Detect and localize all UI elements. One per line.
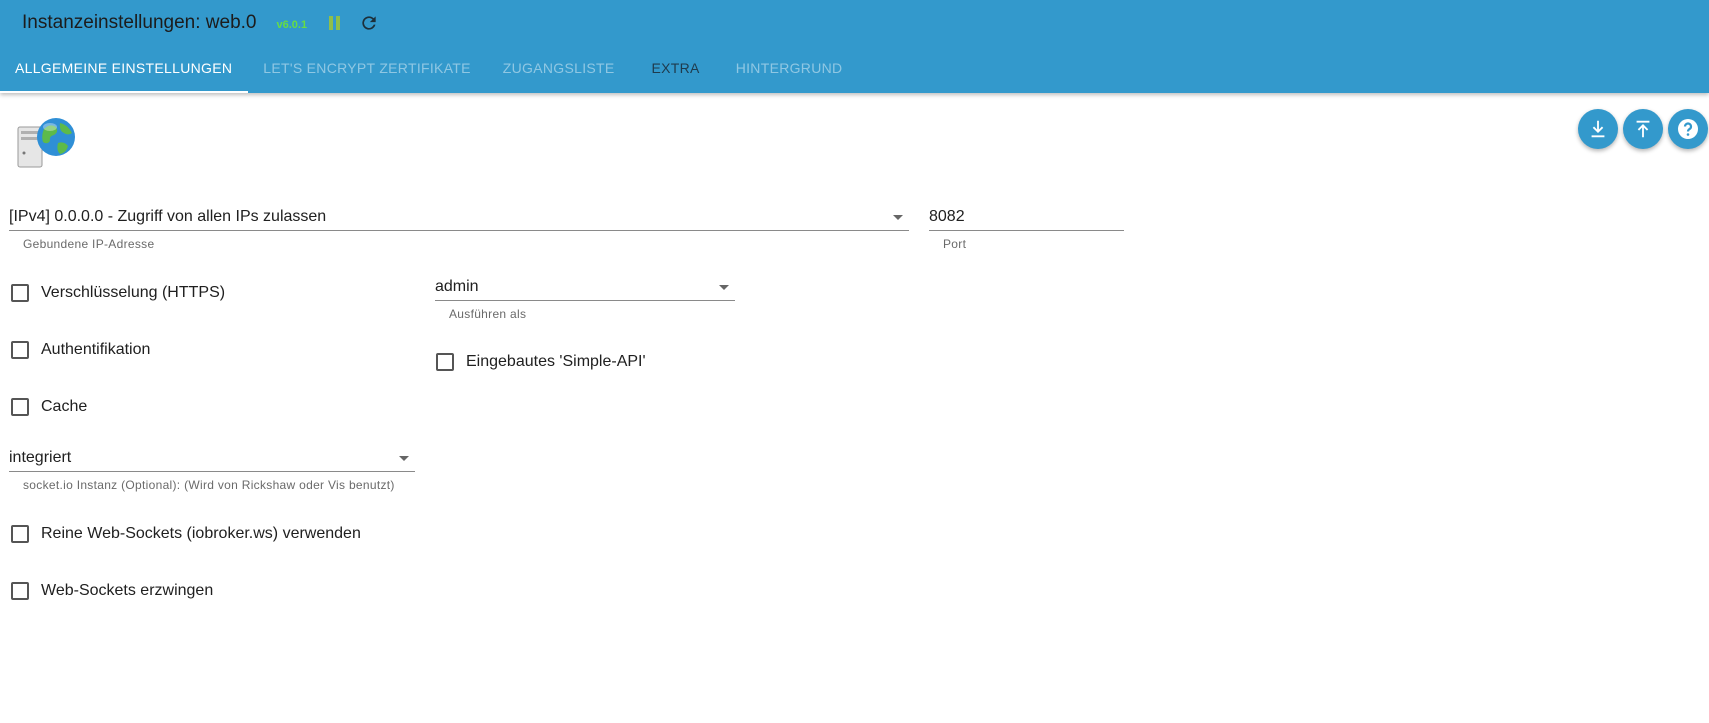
- port-input[interactable]: 8082 Port: [929, 203, 1124, 251]
- help-button[interactable]: [1668, 109, 1708, 149]
- chevron-down-icon: [399, 456, 409, 461]
- force-websockets-label: Web-Sockets erzwingen: [41, 582, 214, 599]
- run-as-select[interactable]: admin Ausführen als: [435, 273, 735, 321]
- run-as-value: admin: [435, 278, 479, 295]
- socket-io-helper: socket.io Instanz (Optional): (Wird von …: [23, 478, 395, 492]
- cache-label: Cache: [41, 398, 88, 415]
- app-header: Instanzeinstellungen: web.0 v6.0.1 ALLGE…: [0, 0, 1709, 93]
- pure-websockets-checkbox[interactable]: Reine Web-Sockets (iobroker.ws) verwende…: [0, 522, 361, 546]
- tab-bar: ALLGEMEINE EINSTELLUNGEN LET'S ENCRYPT Z…: [0, 48, 857, 93]
- chevron-down-icon: [893, 215, 903, 220]
- auth-checkbox[interactable]: Authentifikation: [0, 338, 150, 362]
- download-icon: [1591, 120, 1605, 138]
- force-websockets-checkbox[interactable]: Web-Sockets erzwingen: [0, 579, 213, 603]
- upload-config-button[interactable]: [1623, 109, 1663, 149]
- socket-io-value: integriert: [9, 449, 72, 466]
- title-row: Instanzeinstellungen: web.0 v6.0.1: [22, 8, 380, 38]
- checkbox-box[interactable]: [11, 284, 29, 302]
- checkbox-box[interactable]: [436, 353, 454, 371]
- cache-checkbox[interactable]: Cache: [0, 395, 87, 419]
- version-badge: v6.0.1: [276, 19, 308, 31]
- https-label: Verschlüsselung (HTTPS): [41, 284, 226, 301]
- run-as-helper: Ausführen als: [449, 307, 527, 321]
- adapter-logo: [16, 115, 78, 171]
- checkbox-box[interactable]: [11, 398, 29, 416]
- simple-api-label: Eingebautes 'Simple-API': [466, 353, 646, 370]
- bind-ip-select[interactable]: [IPv4] 0.0.0.0 - Zugriff von allen IPs z…: [9, 203, 909, 251]
- download-config-button[interactable]: [1578, 109, 1618, 149]
- page-title: Instanzeinstellungen: web.0: [22, 12, 257, 33]
- bind-ip-helper: Gebundene IP-Adresse: [23, 237, 155, 251]
- tab-extra[interactable]: EXTRA: [630, 48, 720, 93]
- port-helper: Port: [943, 237, 967, 251]
- checkbox-box[interactable]: [11, 341, 29, 359]
- tab-access-list[interactable]: ZUGANGSLISTE: [486, 48, 630, 93]
- tab-lets-encrypt[interactable]: LET'S ENCRYPT ZERTIFIKATE: [248, 48, 486, 93]
- server-globe-icon: [17, 118, 75, 168]
- https-checkbox[interactable]: Verschlüsselung (HTTPS): [0, 281, 225, 305]
- pure-websockets-label: Reine Web-Sockets (iobroker.ws) verwende…: [41, 525, 361, 542]
- chevron-down-icon: [719, 285, 729, 290]
- simple-api-checkbox[interactable]: Eingebautes 'Simple-API': [425, 350, 646, 374]
- bind-ip-value: [IPv4] 0.0.0.0 - Zugriff von allen IPs z…: [9, 208, 327, 225]
- reload-icon[interactable]: [358, 12, 380, 34]
- checkbox-box[interactable]: [11, 582, 29, 600]
- pause-icon[interactable]: [327, 15, 343, 31]
- port-value: 8082: [929, 208, 965, 225]
- socket-io-select[interactable]: integriert socket.io Instanz (Optional):…: [9, 444, 415, 492]
- tab-general-settings[interactable]: ALLGEMEINE EINSTELLUNGEN: [0, 48, 249, 93]
- checkbox-box[interactable]: [11, 525, 29, 543]
- auth-label: Authentifikation: [41, 341, 151, 358]
- help-icon: [1678, 119, 1698, 139]
- tab-background[interactable]: HINTERGRUND: [720, 48, 858, 93]
- upload-icon: [1636, 120, 1650, 138]
